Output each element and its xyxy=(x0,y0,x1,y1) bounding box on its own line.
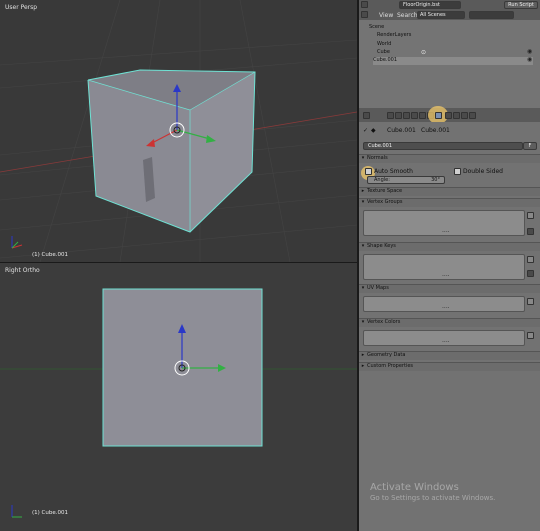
double-sided-label: Double Sided xyxy=(463,168,503,175)
properties-tab-bar xyxy=(359,106,540,124)
add-shape-key-icon[interactable] xyxy=(527,256,534,263)
world-tab-icon[interactable] xyxy=(411,112,418,119)
outliner-editor-icon[interactable] xyxy=(361,11,368,18)
auto-smooth-label: Auto Smooth xyxy=(374,168,413,175)
pin-icon[interactable]: ✓ xyxy=(363,127,368,134)
outliner: Scene RenderLayers World Cube Cube.001 ⊙… xyxy=(359,20,540,108)
scene-tab-icon[interactable] xyxy=(403,112,410,119)
vertex-colors-panel-header[interactable]: ▾ Vertex Colors xyxy=(359,318,540,327)
material-tab-icon[interactable] xyxy=(445,112,452,119)
uv-maps-list[interactable]: .... xyxy=(363,296,525,312)
geometry-data-panel-header[interactable]: ▸ Geometry Data xyxy=(359,351,540,360)
breadcrumb-object: Cube.001 xyxy=(387,127,416,134)
mesh-data-tab-icon[interactable] xyxy=(435,112,442,119)
view-menu[interactable]: View xyxy=(379,12,393,19)
vertex-groups-list[interactable]: .... xyxy=(363,210,525,236)
outliner-item-renderlayers[interactable]: RenderLayers xyxy=(377,32,411,40)
properties-editor-icon[interactable] xyxy=(363,112,370,119)
run-script-button[interactable]: Run Script xyxy=(504,1,538,9)
vertex-colors-list[interactable]: .... xyxy=(363,330,525,346)
double-sided-checkbox[interactable] xyxy=(454,168,461,175)
breadcrumb-mesh: Cube.001 xyxy=(421,127,450,134)
object-tab-icon[interactable] xyxy=(419,112,426,119)
right-panel: FloorOrigin.bst Run Script View Search A… xyxy=(359,0,540,531)
add-uv-map-icon[interactable] xyxy=(527,298,534,305)
outliner-item-cube[interactable]: Cube xyxy=(377,49,390,57)
uv-maps-panel-header[interactable]: ▾ UV Maps xyxy=(359,284,540,293)
auto-smooth-checkbox[interactable] xyxy=(365,168,372,175)
viewport-ortho-scene xyxy=(0,288,357,518)
visibility-eye-icon[interactable]: ◉ xyxy=(527,56,532,63)
camera-icon[interactable]: ⊙ xyxy=(421,49,426,56)
viewport-label: Right Ortho xyxy=(5,267,40,274)
render-tab-icon[interactable] xyxy=(387,112,394,119)
vertex-groups-panel-header[interactable]: ▾ Vertex Groups xyxy=(359,198,540,207)
particles-tab-icon[interactable] xyxy=(461,112,468,119)
physics-tab-icon[interactable] xyxy=(469,112,476,119)
viewport-object-name: (1) Cube.001 xyxy=(32,252,68,258)
shape-keys-panel-header[interactable]: ▾ Shape Keys xyxy=(359,242,540,251)
viewport-user-persp[interactable]: User Persp (1) Cube.001 xyxy=(0,0,357,262)
add-vertex-color-icon[interactable] xyxy=(527,332,534,339)
file-name-field[interactable]: FloorOrigin.bst xyxy=(399,1,461,9)
angle-field[interactable]: Angle: 30° xyxy=(367,176,445,184)
add-vertex-group-icon[interactable] xyxy=(527,212,534,219)
normals-panel-header[interactable]: ▾ Normals xyxy=(359,154,540,163)
viewport-perspective-scene xyxy=(0,0,357,262)
mesh-icon: ◆ xyxy=(371,127,376,134)
viewport-right-ortho[interactable]: Right Ortho (1) Cube.001 xyxy=(0,263,357,531)
normals-panel-body: Auto Smooth Double Sided Angle: 30° xyxy=(359,163,540,185)
shape-keys-list[interactable]: .... xyxy=(363,254,525,280)
shape-key-menu-icon[interactable] xyxy=(527,270,534,277)
visibility-eye-icon[interactable]: ◉ xyxy=(527,48,532,55)
fake-user-button[interactable]: F xyxy=(523,142,537,150)
outliner-item-world[interactable]: World xyxy=(377,41,391,49)
outliner-item-cube-001[interactable]: Cube.001 xyxy=(373,57,533,65)
viewport-label: User Persp xyxy=(5,4,38,11)
watermark-title: Activate Windows xyxy=(370,482,459,493)
viewport-object-name: (1) Cube.001 xyxy=(32,510,68,516)
vertex-group-menu-icon[interactable] xyxy=(527,228,534,235)
texture-space-panel-header[interactable]: ▸ Texture Space xyxy=(359,187,540,196)
render-layers-tab-icon[interactable] xyxy=(395,112,402,119)
breadcrumb: ✓ ◆ Cube.001 Cube.001 xyxy=(359,122,540,138)
mesh-name-field[interactable]: Cube.001 xyxy=(363,142,523,150)
outliner-search-field[interactable] xyxy=(469,11,514,19)
editor-type-icon[interactable] xyxy=(361,1,368,8)
outliner-item-scene[interactable]: Scene xyxy=(369,24,384,32)
custom-properties-panel-header[interactable]: ▸ Custom Properties xyxy=(359,362,540,371)
watermark-subtitle: Go to Settings to activate Windows. xyxy=(370,494,496,502)
search-menu[interactable]: Search xyxy=(397,12,418,19)
display-mode-select[interactable]: All Scenes xyxy=(417,11,465,19)
texture-tab-icon[interactable] xyxy=(453,112,460,119)
